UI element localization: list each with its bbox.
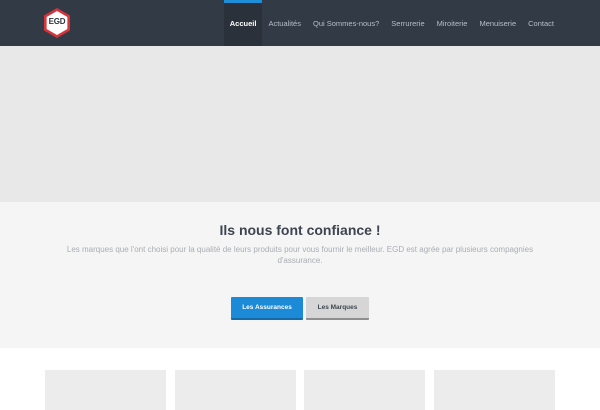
card-placeholder bbox=[45, 370, 166, 410]
nav-item-serrurerie[interactable]: Serrurerie bbox=[385, 0, 430, 46]
nav-item-qui-sommes-nous[interactable]: Qui Sommes-nous? bbox=[307, 0, 385, 46]
section-title: Ils nous font confiance ! bbox=[219, 222, 381, 238]
egd-logo[interactable]: EGD bbox=[44, 8, 70, 38]
nav-item-actualites[interactable]: Actualités bbox=[262, 0, 307, 46]
section-description: Les marques que l'ont choisi pour la qua… bbox=[66, 245, 534, 265]
hero-banner-placeholder bbox=[0, 46, 600, 202]
site-header: EGD Accueil Actualités Qui Sommes-nous? … bbox=[0, 0, 600, 46]
card-placeholder bbox=[175, 370, 296, 410]
assurances-button[interactable]: Les Assurances bbox=[231, 297, 303, 320]
trust-section: Ils nous font confiance ! Les marques qu… bbox=[0, 202, 600, 348]
card-placeholder bbox=[434, 370, 555, 410]
nav-item-menuiserie[interactable]: Menuiserie bbox=[473, 0, 522, 46]
main-nav: Accueil Actualités Qui Sommes-nous? Serr… bbox=[223, 0, 560, 46]
cards-section bbox=[0, 348, 600, 410]
nav-item-miroiterie[interactable]: Miroiterie bbox=[431, 0, 474, 46]
nav-item-contact[interactable]: Contact bbox=[522, 0, 560, 46]
marques-button[interactable]: Les Marques bbox=[306, 297, 369, 320]
nav-item-accueil[interactable]: Accueil bbox=[223, 0, 263, 46]
logo-text: EGD bbox=[48, 17, 66, 26]
card-placeholder bbox=[304, 370, 425, 410]
